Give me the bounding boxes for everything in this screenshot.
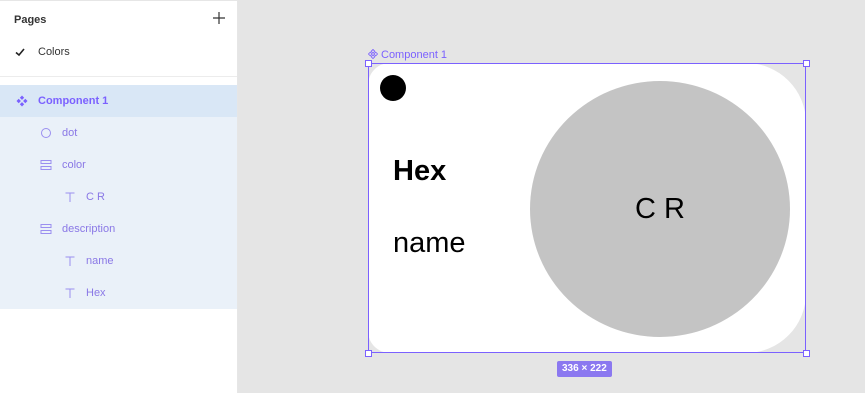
frame-label-text: Component 1 bbox=[381, 49, 448, 61]
layer-description[interactable]: description bbox=[0, 213, 237, 245]
frame-label[interactable]: Component 1 bbox=[368, 49, 447, 61]
layer-tree: Component 1 dot color C R description na… bbox=[0, 85, 237, 309]
resize-handle-bottom-right[interactable] bbox=[803, 350, 810, 357]
resize-handle-bottom-left[interactable] bbox=[365, 350, 372, 357]
resize-handle-top-right[interactable] bbox=[803, 60, 810, 67]
page-item-colors[interactable]: Colors bbox=[14, 44, 224, 62]
layer-label: Component 1 bbox=[38, 95, 109, 107]
size-badge: 336 × 222 bbox=[557, 361, 612, 377]
layer-name[interactable]: name bbox=[0, 245, 237, 277]
component-icon bbox=[368, 49, 378, 59]
auto-layout-icon bbox=[40, 160, 52, 170]
check-icon bbox=[15, 48, 25, 57]
layer-cr[interactable]: C R bbox=[0, 181, 237, 213]
auto-layout-icon bbox=[40, 224, 52, 234]
layer-hex[interactable]: Hex bbox=[0, 277, 237, 309]
design-canvas[interactable]: Component 1 Hex name C R 336 × 222 bbox=[238, 0, 865, 393]
pages-header: Pages bbox=[14, 11, 226, 28]
layer-label: Hex bbox=[86, 287, 106, 299]
layer-label: color bbox=[62, 159, 86, 171]
pages-title: Pages bbox=[14, 14, 47, 26]
top-divider bbox=[0, 0, 237, 1]
ellipse-icon bbox=[41, 128, 51, 138]
layer-color[interactable]: color bbox=[0, 149, 237, 181]
component-icon bbox=[16, 95, 28, 107]
divider bbox=[0, 76, 237, 77]
selection-box bbox=[368, 63, 806, 353]
plus-icon[interactable] bbox=[212, 11, 226, 25]
layer-label: description bbox=[62, 223, 116, 235]
layer-label: C R bbox=[86, 191, 105, 203]
page-label: Colors bbox=[38, 46, 70, 58]
resize-handle-top-left[interactable] bbox=[365, 60, 372, 67]
layer-label: name bbox=[86, 255, 114, 267]
layers-panel: Pages Colors Component 1 dot color C R d… bbox=[0, 0, 238, 393]
layer-component-1[interactable]: Component 1 bbox=[0, 85, 237, 117]
text-icon bbox=[65, 256, 75, 266]
layer-dot[interactable]: dot bbox=[0, 117, 237, 149]
text-icon bbox=[65, 288, 75, 298]
layer-label: dot bbox=[62, 127, 78, 139]
text-icon bbox=[65, 192, 75, 202]
